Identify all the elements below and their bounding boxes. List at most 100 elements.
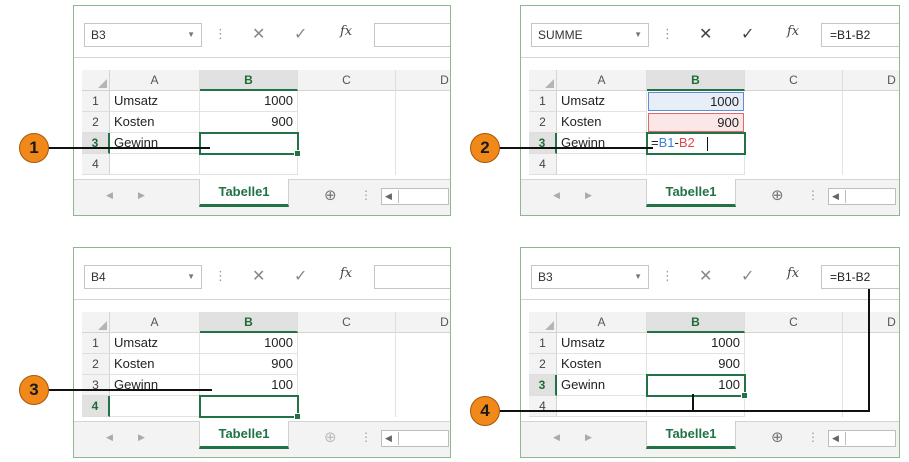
row-header-2[interactable]: 2 xyxy=(529,112,557,133)
row-header-3[interactable]: 3 xyxy=(82,375,110,396)
formula-input[interactable] xyxy=(374,265,450,289)
name-box[interactable]: B3 ▼ xyxy=(84,23,202,47)
column-header-b[interactable]: B xyxy=(200,312,298,333)
cell-a1[interactable]: Umsatz xyxy=(557,333,647,354)
dropdown-arrow-icon[interactable]: ▼ xyxy=(187,24,195,46)
sheet-tab-tabelle1[interactable]: Tabelle1 xyxy=(646,179,736,207)
sheet-tab-tabelle1[interactable]: Tabelle1 xyxy=(646,421,736,449)
select-all-corner[interactable] xyxy=(529,312,557,333)
row-header-3[interactable]: 3 xyxy=(529,375,557,396)
column-c-cells[interactable] xyxy=(298,333,396,417)
formula-input[interactable]: =B1-B2 xyxy=(821,265,899,289)
enter-check-icon[interactable]: ✓ xyxy=(741,24,754,44)
cell-b2-ref-highlight[interactable]: 900 xyxy=(648,113,744,132)
column-header-a[interactable]: A xyxy=(557,312,647,333)
row-header-4[interactable]: 4 xyxy=(529,396,557,417)
column-c-cells[interactable] xyxy=(745,91,843,175)
cell-a1[interactable]: Umsatz xyxy=(557,91,647,112)
column-header-a[interactable]: A xyxy=(557,70,647,91)
row-header-2[interactable]: 2 xyxy=(529,354,557,375)
row-header-1[interactable]: 1 xyxy=(82,91,110,112)
cell-b4[interactable] xyxy=(647,396,745,417)
cancel-x-icon[interactable]: ✕ xyxy=(252,24,265,44)
column-header-b[interactable]: B xyxy=(647,70,745,91)
dropdown-arrow-icon[interactable]: ▼ xyxy=(634,24,642,46)
cell-b2[interactable]: 900 xyxy=(200,354,298,375)
cell-b1[interactable]: 1000 xyxy=(647,333,745,354)
name-box[interactable]: SUMME ▼ xyxy=(531,23,649,47)
cell-b3[interactable]: 100 xyxy=(200,375,298,396)
cell-b4[interactable] xyxy=(200,154,298,175)
column-header-a[interactable]: A xyxy=(110,70,200,91)
column-header-c[interactable]: C xyxy=(298,312,396,333)
cell-a3[interactable]: Gewinn xyxy=(110,375,200,396)
add-sheet-icon[interactable]: ⊕ xyxy=(771,428,784,446)
column-header-a[interactable]: A xyxy=(110,312,200,333)
row-header-4[interactable]: 4 xyxy=(529,154,557,175)
column-header-b[interactable]: B xyxy=(200,70,298,91)
tab-split-dots-icon[interactable]: ⋮ xyxy=(807,188,819,202)
scroll-left-icon[interactable]: ◀ xyxy=(832,189,839,204)
row-header-3[interactable]: 3 xyxy=(82,133,110,154)
column-c-cells[interactable] xyxy=(298,91,396,175)
fill-handle[interactable] xyxy=(294,413,301,420)
enter-check-icon[interactable]: ✓ xyxy=(294,266,307,286)
cell-a3[interactable]: Gewinn xyxy=(110,133,200,154)
insert-function-icon[interactable]: fx xyxy=(787,24,799,39)
name-box[interactable]: B3 ▼ xyxy=(531,265,649,289)
cell-a3[interactable]: Gewinn xyxy=(557,375,647,396)
column-header-b[interactable]: B xyxy=(647,312,745,333)
column-header-c[interactable]: C xyxy=(745,70,843,91)
row-header-2[interactable]: 2 xyxy=(82,354,110,375)
select-all-corner[interactable] xyxy=(529,70,557,91)
cell-a4[interactable] xyxy=(557,396,647,417)
scroll-left-icon[interactable]: ◀ xyxy=(832,431,839,446)
scroll-left-icon[interactable]: ◀ xyxy=(553,432,560,443)
column-header-d[interactable]: D xyxy=(396,70,450,91)
scroll-right-icon[interactable]: ▶ xyxy=(138,432,145,443)
cancel-x-icon[interactable]: ✕ xyxy=(699,266,712,286)
column-header-c[interactable]: C xyxy=(298,70,396,91)
column-header-d[interactable]: D xyxy=(843,70,899,91)
row-header-1[interactable]: 1 xyxy=(82,333,110,354)
add-sheet-icon[interactable]: ⊕ xyxy=(324,186,337,204)
cell-a1[interactable]: Umsatz xyxy=(110,333,200,354)
cell-b2[interactable]: 900 xyxy=(200,112,298,133)
row-header-1[interactable]: 1 xyxy=(529,333,557,354)
tab-split-dots-icon[interactable]: ⋮ xyxy=(360,430,372,444)
horizontal-scrollbar[interactable]: ◀ xyxy=(381,430,449,447)
cell-a2[interactable]: Kosten xyxy=(557,354,647,375)
cell-a3[interactable]: Gewinn xyxy=(557,133,647,154)
scroll-left-icon[interactable]: ◀ xyxy=(385,189,392,204)
horizontal-scrollbar[interactable]: ◀ xyxy=(828,430,896,447)
cell-a1[interactable]: Umsatz xyxy=(110,91,200,112)
cell-b2[interactable]: 900 xyxy=(647,354,745,375)
formula-input[interactable]: =B1-B2 xyxy=(821,23,899,47)
insert-function-icon[interactable]: fx xyxy=(787,266,799,281)
sheet-tab-tabelle1[interactable]: Tabelle1 xyxy=(199,179,289,207)
scroll-right-icon[interactable]: ▶ xyxy=(585,190,592,201)
cell-b1[interactable]: 1000 xyxy=(200,333,298,354)
cell-b4[interactable] xyxy=(647,154,745,175)
cell-a2[interactable]: Kosten xyxy=(110,354,200,375)
column-header-d[interactable]: D xyxy=(843,312,899,333)
insert-function-icon[interactable]: fx xyxy=(340,24,352,39)
fill-handle[interactable] xyxy=(741,392,748,399)
cell-a4[interactable] xyxy=(557,154,647,175)
cell-a4[interactable] xyxy=(110,396,200,417)
dropdown-arrow-icon[interactable]: ▼ xyxy=(187,266,195,288)
scroll-left-icon[interactable]: ◀ xyxy=(106,190,113,201)
row-header-2[interactable]: 2 xyxy=(82,112,110,133)
cancel-x-icon[interactable]: ✕ xyxy=(699,24,712,44)
column-header-c[interactable]: C xyxy=(745,312,843,333)
cell-a4[interactable] xyxy=(110,154,200,175)
enter-check-icon[interactable]: ✓ xyxy=(294,24,307,44)
column-c-cells[interactable] xyxy=(745,333,843,417)
cell-a2[interactable]: Kosten xyxy=(557,112,647,133)
horizontal-scrollbar[interactable]: ◀ xyxy=(381,188,449,205)
row-header-4[interactable]: 4 xyxy=(82,396,110,417)
dropdown-arrow-icon[interactable]: ▼ xyxy=(634,266,642,288)
name-box[interactable]: B4 ▼ xyxy=(84,265,202,289)
scroll-right-icon[interactable]: ▶ xyxy=(585,432,592,443)
row-header-4[interactable]: 4 xyxy=(82,154,110,175)
